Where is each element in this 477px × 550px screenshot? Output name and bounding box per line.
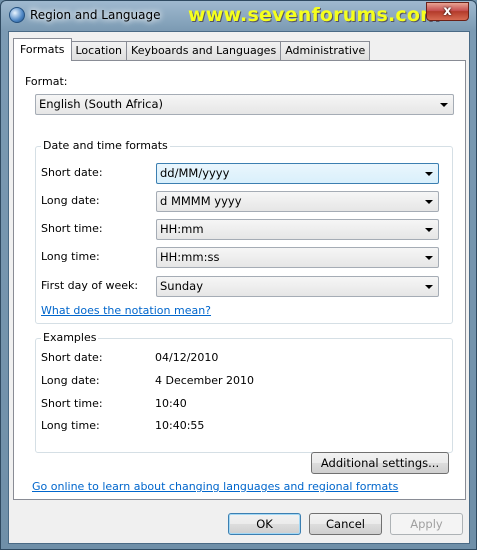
- chevron-down-icon: [425, 228, 433, 232]
- window-title: Region and Language: [30, 8, 161, 22]
- online-help-link[interactable]: Go online to learn about changing langua…: [32, 480, 398, 493]
- dialog-client: Formats Location Keyboards and Languages…: [8, 31, 470, 544]
- tab-administrative[interactable]: Administrative: [280, 41, 371, 60]
- short-time-dropdown[interactable]: HH:mm: [156, 219, 439, 240]
- short-time-label: Short time:: [41, 222, 103, 235]
- long-date-label: Long date:: [41, 194, 100, 207]
- long-date-dropdown[interactable]: d MMMM yyyy: [156, 191, 439, 212]
- long-date-value: d MMMM yyyy: [160, 194, 242, 208]
- watermark: www.sevenforums.com: [188, 4, 441, 26]
- tab-strip: Formats Location Keyboards and Languages…: [13, 38, 371, 61]
- chevron-down-icon: [425, 200, 433, 204]
- title-bar[interactable]: Region and Language www.sevenforums.com …: [1, 1, 476, 31]
- format-value: English (South Africa): [39, 97, 164, 111]
- example-short-date-label: Short date:: [41, 351, 103, 364]
- short-date-dropdown[interactable]: dd/MM/yyyy: [156, 163, 439, 184]
- region-language-window: Region and Language www.sevenforums.com …: [0, 0, 477, 550]
- examples-title: Examples: [41, 331, 99, 344]
- long-time-label: Long time:: [41, 250, 100, 263]
- chevron-down-icon: [425, 172, 433, 176]
- short-date-value: dd/MM/yyyy: [160, 166, 230, 180]
- example-long-date-value: 4 December 2010: [155, 374, 255, 387]
- apply-button: Apply: [390, 513, 463, 535]
- notation-help-link[interactable]: What does the notation mean?: [41, 304, 211, 317]
- example-long-date-label: Long date:: [41, 374, 100, 387]
- format-label: Format:: [25, 75, 68, 88]
- chevron-down-icon: [425, 256, 433, 260]
- tab-formats[interactable]: Formats: [13, 38, 72, 61]
- short-time-value: HH:mm: [160, 222, 204, 236]
- close-button[interactable]: x: [426, 2, 469, 21]
- chevron-down-icon: [440, 103, 448, 107]
- first-day-of-week-value: Sunday: [160, 279, 204, 293]
- tab-keyboards-and-languages[interactable]: Keyboards and Languages: [126, 41, 282, 60]
- cancel-button[interactable]: Cancel: [309, 513, 382, 535]
- example-long-time-value: 10:40:55: [155, 419, 205, 432]
- tab-location[interactable]: Location: [70, 41, 128, 60]
- example-short-time-label: Short time:: [41, 397, 103, 410]
- long-time-dropdown[interactable]: HH:mm:ss: [156, 247, 439, 268]
- short-date-label: Short date:: [41, 166, 103, 179]
- first-day-of-week-dropdown[interactable]: Sunday: [156, 276, 439, 297]
- close-icon: x: [443, 4, 452, 19]
- additional-settings-button[interactable]: Additional settings...: [311, 452, 449, 474]
- chevron-down-icon: [425, 285, 433, 289]
- example-long-time-label: Long time:: [41, 419, 100, 432]
- example-short-date-value: 04/12/2010: [155, 351, 219, 364]
- date-time-formats-title: Date and time formats: [41, 139, 170, 152]
- long-time-value: HH:mm:ss: [160, 250, 220, 264]
- formats-panel: Format: English (South Africa) Date and …: [13, 60, 466, 500]
- first-day-of-week-label: First day of week:: [41, 279, 139, 292]
- format-dropdown[interactable]: English (South Africa): [35, 94, 454, 115]
- example-short-time-value: 10:40: [155, 397, 187, 410]
- ok-button[interactable]: OK: [228, 513, 301, 535]
- globe-icon: [9, 7, 25, 23]
